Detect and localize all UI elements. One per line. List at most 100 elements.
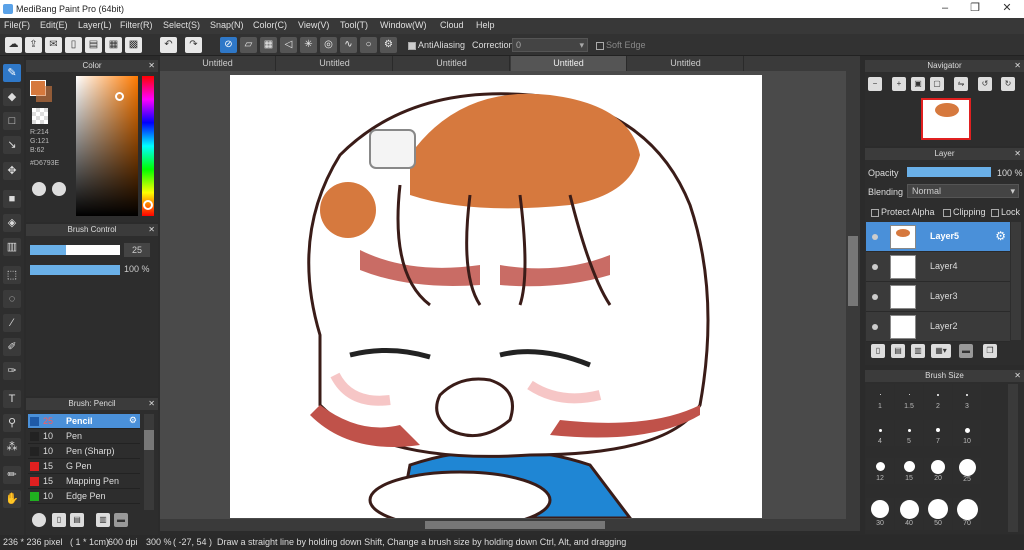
minimize-button[interactable]: –: [930, 0, 960, 18]
menu-view[interactable]: View(V): [298, 20, 329, 30]
brush-size-preset[interactable]: 10: [953, 420, 981, 446]
eye-icon[interactable]: [872, 324, 878, 330]
snap-radial-icon[interactable]: ✳: [300, 37, 317, 53]
menu-tool[interactable]: Tool(T): [340, 20, 368, 30]
brush-size-preset[interactable]: 12: [866, 458, 894, 484]
brush-size-preset[interactable]: 70: [953, 498, 981, 530]
magic-wand-icon[interactable]: ⁄: [3, 314, 21, 332]
brush-size-preset[interactable]: 40: [895, 498, 923, 530]
snap-off-icon[interactable]: ⊘: [220, 37, 237, 53]
blending-dropdown[interactable]: Normal ▾: [907, 184, 1019, 198]
brush-add-icon[interactable]: ▯: [52, 513, 66, 527]
new-layer-icon[interactable]: ▯: [871, 344, 885, 358]
duplicate-layer-icon[interactable]: ▤: [891, 344, 905, 358]
tab-untitled-2[interactable]: Untitled: [277, 56, 393, 71]
brush-size-preset[interactable]: 2: [924, 384, 952, 410]
snap-cross-icon[interactable]: ▦: [260, 37, 277, 53]
clipping-checkbox[interactable]: [943, 208, 951, 217]
color-history-icon[interactable]: [52, 182, 66, 196]
menu-cloud[interactable]: Cloud: [440, 20, 464, 30]
rotate-right-icon[interactable]: ↻: [1001, 77, 1015, 91]
brush-size-preset[interactable]: 50: [924, 498, 952, 530]
lasso-tool-icon[interactable]: ◌: [3, 290, 21, 308]
menu-filter[interactable]: Filter(R): [120, 20, 153, 30]
brush-size-preset[interactable]: 4: [866, 420, 894, 446]
layer-folder-icon[interactable]: ▬: [959, 344, 973, 358]
brush-size-value[interactable]: 25: [124, 243, 150, 257]
brush-settings-icon[interactable]: ▥: [96, 513, 110, 527]
pen-tool-icon[interactable]: ✏: [3, 466, 21, 484]
layer-list-scrollbar[interactable]: [1011, 222, 1021, 340]
saturation-brightness-picker[interactable]: [76, 76, 138, 216]
eye-icon[interactable]: [872, 234, 878, 240]
close-icon[interactable]: ✕: [1014, 60, 1021, 72]
menu-file[interactable]: File(F): [4, 20, 30, 30]
move-tool-icon[interactable]: ✥: [3, 162, 21, 180]
layer-opacity-slider[interactable]: [907, 167, 991, 177]
correction-dropdown[interactable]: 0 ▾: [512, 38, 588, 52]
hand-tool-icon[interactable]: ✋: [3, 490, 21, 508]
menu-color[interactable]: Color(C): [253, 20, 287, 30]
menu-help[interactable]: Help: [476, 20, 495, 30]
brush-item[interactable]: 15 G Pen: [28, 459, 140, 474]
brush-opacity-slider[interactable]: [30, 265, 120, 275]
navigator-preview[interactable]: [921, 98, 971, 140]
text-tool-icon[interactable]: T: [3, 390, 21, 408]
drawing-canvas[interactable]: [230, 75, 762, 518]
close-icon[interactable]: ✕: [1014, 148, 1021, 160]
grid-icon[interactable]: ▦: [105, 37, 122, 53]
brush-item[interactable]: 25 Pencil ⚙: [28, 414, 140, 429]
eye-icon[interactable]: [872, 264, 878, 270]
menu-select[interactable]: Select(S): [163, 20, 200, 30]
comment-icon[interactable]: ✉: [45, 37, 62, 53]
zoom-out-icon[interactable]: −: [868, 77, 882, 91]
brush-size-preset[interactable]: 25: [953, 458, 981, 484]
brush-item[interactable]: 15 Mapping Pen: [28, 474, 140, 489]
close-icon[interactable]: ✕: [148, 60, 155, 72]
layer-item-layer3[interactable]: Layer3: [866, 282, 1010, 312]
hue-slider[interactable]: [142, 76, 154, 216]
settings-icon[interactable]: ▩: [125, 37, 142, 53]
close-icon[interactable]: ✕: [148, 224, 155, 236]
brush-copy-icon[interactable]: ▤: [70, 513, 84, 527]
tab-untitled-5[interactable]: Untitled: [628, 56, 744, 71]
select-tool-icon[interactable]: ⬚: [3, 266, 21, 284]
brush-size-preset[interactable]: 7: [924, 420, 952, 446]
fit-icon[interactable]: ▣: [911, 77, 925, 91]
snap-settings-icon[interactable]: ⚙: [380, 37, 397, 53]
menu-snap[interactable]: Snap(N): [210, 20, 244, 30]
rect-tool-icon[interactable]: □: [3, 112, 21, 130]
lock-checkbox[interactable]: [991, 208, 999, 217]
brush-size-preset[interactable]: 5: [895, 420, 923, 446]
rotate-left-icon[interactable]: ↺: [978, 77, 992, 91]
background-color-swatch[interactable]: [36, 86, 52, 102]
brush-tool-icon[interactable]: ✎: [3, 64, 21, 82]
eyedropper-tool-icon[interactable]: ⁂: [3, 438, 21, 456]
snap-vanishing-icon[interactable]: ◁: [280, 37, 297, 53]
new-file-icon[interactable]: ▯: [65, 37, 82, 53]
snap-parallel-icon[interactable]: ▱: [240, 37, 257, 53]
vertical-scrollbar[interactable]: [846, 71, 860, 519]
actual-size-icon[interactable]: ▢: [930, 77, 944, 91]
bucket-tool-icon[interactable]: ◈: [3, 214, 21, 232]
snap-ellipse-icon[interactable]: ○: [360, 37, 377, 53]
tab-untitled-1[interactable]: Untitled: [160, 56, 276, 71]
color-picker-handle[interactable]: [115, 92, 124, 101]
horizontal-scrollbar[interactable]: [160, 519, 860, 531]
brush-list-scrollbar[interactable]: [144, 414, 154, 510]
protect-alpha-checkbox[interactable]: [871, 208, 879, 217]
menu-window[interactable]: Window(W): [380, 20, 427, 30]
brush-cloud-icon[interactable]: [32, 513, 46, 527]
dot-tool-icon[interactable]: ↘: [3, 136, 21, 154]
flip-icon[interactable]: ⇋: [954, 77, 968, 91]
redo-icon[interactable]: ↷: [185, 37, 202, 53]
gear-icon[interactable]: ⚙: [129, 415, 137, 426]
brush-size-preset[interactable]: 1.5: [895, 384, 923, 410]
soft-edge-checkbox[interactable]: [596, 41, 604, 50]
antialiasing-checkbox[interactable]: [408, 41, 416, 50]
brush-size-preset[interactable]: 1: [866, 384, 894, 410]
merge-layer-icon[interactable]: ▥: [911, 344, 925, 358]
gear-icon[interactable]: ⚙: [995, 229, 1006, 243]
brush-item[interactable]: 10 Pen: [28, 429, 140, 444]
folder-icon[interactable]: ▬: [114, 513, 128, 527]
